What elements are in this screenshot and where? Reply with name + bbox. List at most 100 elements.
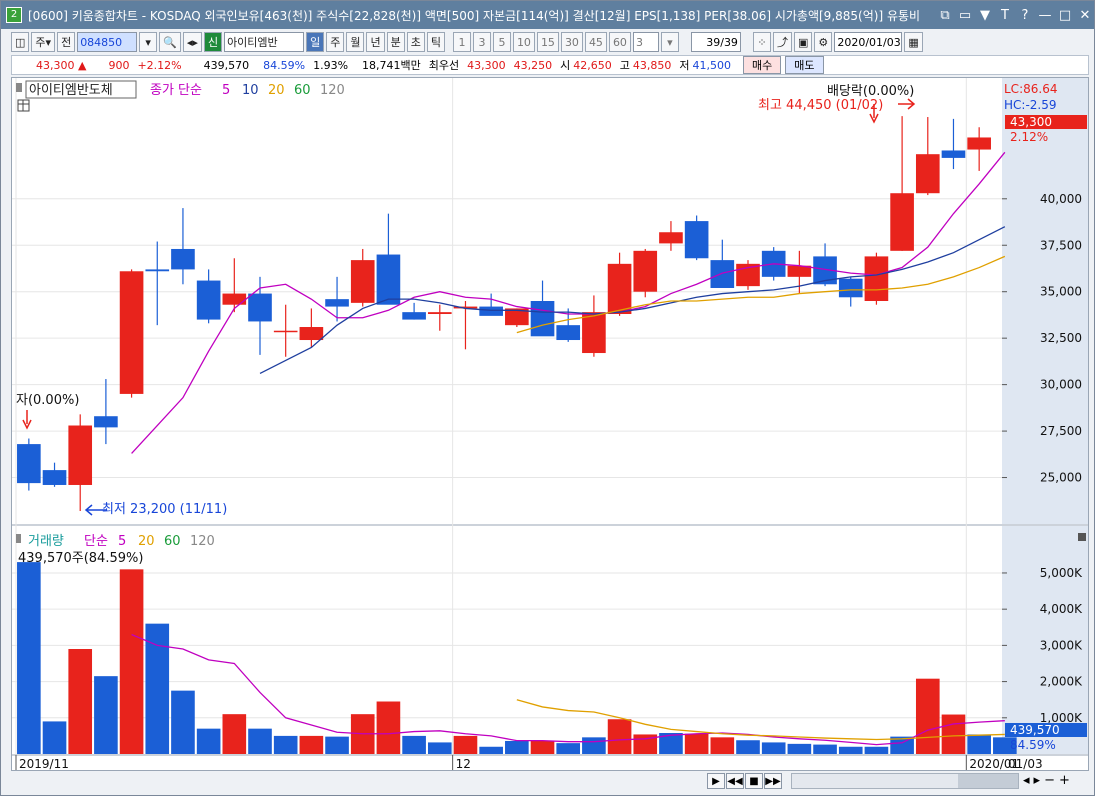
layout-icon[interactable]: ◫: [11, 32, 30, 52]
zoom-controls: ◂ ▸ − +: [1023, 773, 1070, 788]
volume-panel-handle-icon[interactable]: [16, 534, 21, 543]
interval-3[interactable]: 3: [472, 32, 491, 52]
best-bid: 43,250: [513, 58, 553, 72]
candle-body: [864, 256, 889, 301]
window-title: [0600] 키움종합차트 - KOSDAQ 외국인보유[463(천)] 주식수…: [28, 8, 921, 23]
candle-body: [556, 325, 581, 341]
interval-30[interactable]: 30: [560, 32, 583, 52]
rewind-icon[interactable]: ◀◀: [726, 773, 744, 789]
dividend-annotation-right: 배당락(0.00%): [827, 84, 914, 99]
candle-body: [710, 260, 735, 288]
tab-minute[interactable]: 분: [386, 32, 405, 52]
sell-button[interactable]: 매도: [785, 56, 824, 74]
tab-second[interactable]: 초: [406, 32, 425, 52]
price-tick-label: 30,000: [1040, 378, 1082, 392]
candle-body: [68, 425, 93, 485]
interval-dropdown-icon[interactable]: ▾: [660, 32, 679, 52]
calendar-icon[interactable]: ▦: [904, 32, 923, 52]
volume-bar: [68, 649, 93, 754]
interval-1[interactable]: 1: [452, 32, 471, 52]
interval-input[interactable]: 3: [632, 32, 659, 52]
chart-scrollbar[interactable]: [791, 773, 1019, 789]
pin-icon[interactable]: ▼: [976, 8, 994, 23]
interval-15[interactable]: 15: [536, 32, 559, 52]
volume-bar: [42, 721, 67, 754]
chart-kind-dropdown[interactable]: 주 ▾: [31, 32, 56, 52]
candle-body: [427, 312, 452, 315]
scroll-right-icon[interactable]: ▸: [1034, 773, 1041, 788]
buy-button[interactable]: 매수: [743, 56, 782, 74]
lc-label: LC:86.64: [1004, 82, 1057, 96]
trend-icon[interactable]: ⤴: [772, 32, 792, 52]
tab-monthly[interactable]: 월: [346, 32, 365, 52]
stock-name-field[interactable]: 아이티엠반: [224, 32, 305, 52]
interval-60[interactable]: 60: [608, 32, 631, 52]
current-volume-pct: 84.59%: [1010, 738, 1056, 752]
candle-body: [530, 301, 555, 337]
save-icon[interactable]: ▣: [793, 32, 813, 52]
price-tick-label: 32,500: [1040, 331, 1082, 345]
panel-close-icon[interactable]: [1078, 533, 1086, 541]
crosshair-icon[interactable]: ⁘: [752, 32, 771, 52]
chart-kind-label: 주: [35, 36, 46, 49]
tab-yearly[interactable]: 년: [366, 32, 385, 52]
candle-body: [42, 470, 67, 485]
new-listing-badge: 신: [203, 32, 223, 52]
playback-controls: ▶ ◀◀ ■ ▶▶: [707, 773, 782, 791]
volume-bar: [479, 746, 503, 754]
gear-icon[interactable]: ⚙: [814, 32, 833, 52]
interval-45[interactable]: 45: [584, 32, 607, 52]
code-dropdown-icon[interactable]: ▾: [139, 32, 158, 52]
maximize-icon[interactable]: □: [1056, 8, 1074, 23]
volume-bar: [248, 728, 272, 754]
tab-weekly[interactable]: 주: [326, 32, 345, 52]
date-field[interactable]: 2020/01/03: [834, 32, 903, 52]
volume-bar: [530, 740, 555, 754]
help-icon[interactable]: ?: [1016, 8, 1034, 23]
play-icon[interactable]: ▶: [707, 773, 725, 789]
window-list-icon[interactable]: ▭: [956, 8, 974, 23]
chart-svg[interactable]: 40,000 37,500 35,000 32,500 30,000 27,500 25,0…: [12, 78, 1088, 770]
candle-body: [915, 154, 940, 194]
zoom-out-icon[interactable]: −: [1044, 773, 1055, 788]
interval-10[interactable]: 10: [512, 32, 535, 52]
close-icon[interactable]: ✕: [1076, 8, 1094, 23]
volume-bar: [171, 690, 195, 754]
price-tick-label: 27,500: [1040, 424, 1082, 438]
high-label: 고: [619, 59, 630, 72]
chart-window: 2 [0600] 키움종합차트 - KOSDAQ 외국인보유[463(천)] 주…: [0, 0, 1095, 796]
all-button[interactable]: 전: [57, 32, 76, 52]
trade-volume: 439,570: [203, 58, 250, 72]
data-count-field[interactable]: 39/39: [690, 32, 741, 52]
stock-code-input[interactable]: 084850: [77, 32, 138, 52]
volume-bar: [556, 743, 581, 754]
restore-link-icon[interactable]: ⧉: [936, 8, 954, 23]
volume-bar: [94, 676, 118, 754]
interval-5[interactable]: 5: [492, 32, 511, 52]
volume-title: 거래량: [28, 534, 64, 549]
fast-forward-icon[interactable]: ▶▶: [764, 773, 782, 789]
candle-body: [145, 269, 170, 272]
volume-bar: [376, 701, 401, 754]
candle-body: [890, 193, 914, 251]
volume-bar: [427, 742, 452, 754]
price-change: 900: [108, 58, 130, 72]
ma-period-10: 10: [242, 83, 259, 98]
stop-icon[interactable]: ■: [745, 773, 763, 789]
zoom-in-icon[interactable]: +: [1059, 773, 1070, 788]
search-icon[interactable]: 🔍: [159, 32, 181, 52]
font-icon[interactable]: T: [996, 8, 1014, 23]
minimize-icon[interactable]: —: [1036, 8, 1054, 23]
chart-area[interactable]: 40,000 37,500 35,000 32,500 30,000 27,500 25,0…: [11, 77, 1089, 771]
ma-period-5: 5: [222, 83, 230, 98]
price-tick-label: 37,500: [1040, 238, 1082, 252]
x-ticks: 2019/11 12 2020/01: [15, 755, 1019, 770]
tab-daily[interactable]: 일: [306, 32, 325, 52]
volume-tick-label: 2,000K: [1040, 675, 1083, 689]
candle-body: [171, 248, 195, 270]
tab-tick[interactable]: 틱: [426, 32, 445, 52]
speaker-icon[interactable]: ◂▸: [182, 32, 202, 52]
panel-handle-icon[interactable]: [16, 83, 22, 92]
scroll-left-icon[interactable]: ◂: [1023, 773, 1030, 788]
scroll-thumb[interactable]: [958, 774, 1018, 788]
